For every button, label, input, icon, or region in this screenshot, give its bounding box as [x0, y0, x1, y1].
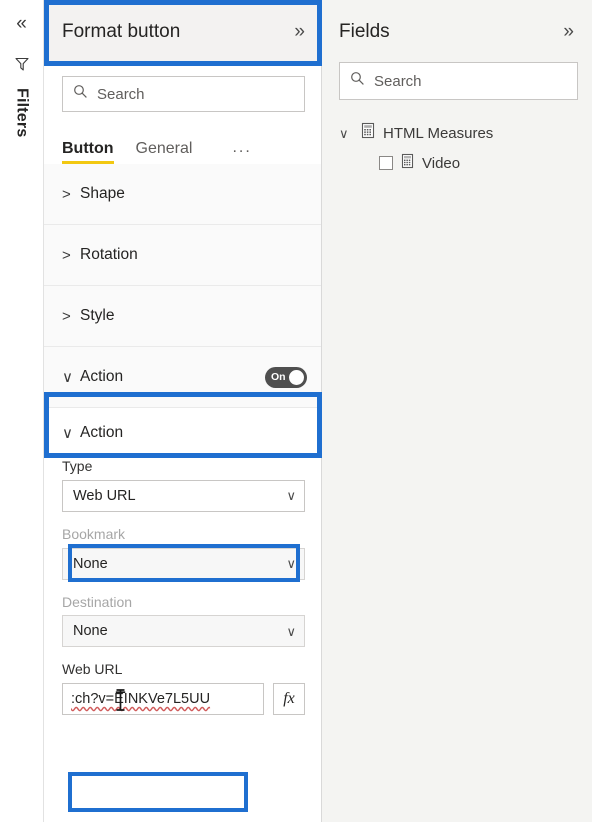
fields-search-input[interactable]: Search: [339, 62, 578, 100]
chevron-right-icon: >: [62, 246, 71, 264]
chevron-down-icon: ∨: [286, 623, 296, 639]
chevron-down-icon: ∨: [286, 488, 296, 504]
collapse-filters-icon[interactable]: «: [16, 14, 27, 33]
video-checkbox[interactable]: [379, 156, 393, 170]
bookmark-dropdown-value: None: [73, 555, 108, 572]
format-tabs: Button General ...: [44, 112, 321, 164]
action-toggle-state: On: [271, 371, 286, 383]
type-dropdown[interactable]: Web URL ∨: [62, 479, 305, 512]
fields-search-wrap: Search: [325, 62, 592, 100]
text-cursor-icon: [115, 688, 126, 712]
chevron-down-icon: ∨: [62, 424, 73, 442]
web-url-row: :ch?v=EINKVe7L5UU fx: [62, 683, 305, 716]
section-rotation[interactable]: > Rotation: [44, 225, 321, 286]
filters-label: Filters: [13, 88, 31, 138]
table-icon: [360, 122, 376, 144]
tree-item-video-label: Video: [422, 154, 461, 172]
destination-dropdown[interactable]: None ∨: [62, 615, 305, 648]
fields-pane: Fields » Search ∨ HTML Measures Video: [325, 0, 592, 822]
bookmark-label: Bookmark: [62, 525, 126, 542]
section-action[interactable]: ∨ Action On: [44, 347, 321, 408]
search-icon: [350, 71, 365, 91]
filters-rail: « Filters: [0, 0, 44, 822]
tree-item-html-measures[interactable]: ∨ HTML Measures: [339, 118, 578, 148]
fields-tree: ∨ HTML Measures Video: [325, 100, 592, 178]
search-input[interactable]: Search: [62, 76, 305, 112]
tree-item-video[interactable]: Video: [339, 148, 578, 178]
page-title: Format button: [62, 20, 181, 42]
fields-pane-header: Fields »: [325, 0, 592, 62]
section-style[interactable]: > Style: [44, 286, 321, 347]
fx-button[interactable]: fx: [273, 683, 305, 716]
section-action-label: Action: [80, 368, 124, 385]
type-dropdown-value: Web URL: [73, 487, 136, 504]
section-shape[interactable]: > Shape: [44, 164, 321, 225]
action-sub-header-label: Action: [80, 424, 124, 441]
chevron-right-icon: >: [62, 185, 71, 203]
search-icon: [73, 84, 88, 104]
section-rotation-label: Rotation: [80, 246, 138, 263]
destination-label: Destination: [62, 593, 133, 610]
tab-general[interactable]: General: [136, 141, 193, 164]
tab-button[interactable]: Button: [62, 141, 114, 164]
chevron-double-right-icon[interactable]: »: [563, 22, 574, 41]
action-toggle[interactable]: On: [265, 366, 307, 388]
chevron-down-icon: ∨: [286, 556, 296, 572]
toggle-knob: [289, 369, 304, 385]
fields-search-placeholder: Search: [374, 72, 422, 90]
web-url-input[interactable]: :ch?v=EINKVe7L5UU: [62, 683, 264, 716]
action-section-body: ∨ Action Type Web URL ∨ Bookmark None ∨ …: [44, 408, 321, 716]
format-pane-header: Format button »: [44, 0, 321, 62]
tree-item-html-measures-label: HTML Measures: [383, 124, 494, 142]
chevron-right-icon: >: [62, 307, 71, 325]
measure-icon: [400, 153, 415, 174]
format-pane: Format button » Search Button General ..…: [44, 0, 322, 822]
web-url-label: Web URL: [62, 661, 123, 678]
search-placeholder: Search: [97, 85, 145, 103]
bookmark-dropdown[interactable]: None ∨: [62, 547, 305, 580]
chevron-double-right-icon[interactable]: »: [294, 22, 305, 41]
web-url-value: :ch?v=EINKVe7L5UU: [71, 691, 211, 708]
destination-dropdown-value: None: [73, 623, 108, 640]
power-bi-format-pane-screenshot: « Filters Format button » Search Button …: [0, 0, 592, 822]
chevron-down-icon[interactable]: ∨: [339, 127, 353, 140]
section-style-label: Style: [80, 307, 115, 324]
funnel-icon: [13, 55, 31, 78]
fields-title: Fields: [339, 20, 390, 42]
action-sub-header[interactable]: ∨ Action: [62, 424, 305, 442]
type-label: Type: [62, 458, 93, 474]
section-shape-label: Shape: [80, 185, 125, 202]
format-search-wrap: Search: [44, 62, 321, 112]
chevron-down-icon: ∨: [62, 368, 73, 386]
tab-overflow-button[interactable]: ...: [232, 139, 251, 164]
